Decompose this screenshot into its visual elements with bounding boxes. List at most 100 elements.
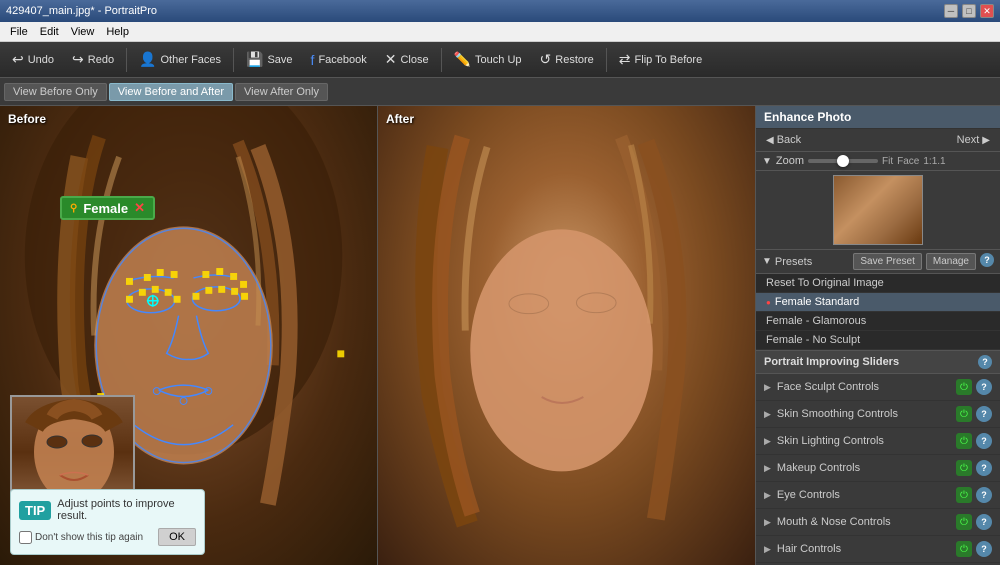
slider-controls: ⏻ ? <box>956 433 992 449</box>
save-preset-button[interactable]: Save Preset <box>853 253 921 270</box>
next-button[interactable]: Next ▶ <box>953 132 994 148</box>
gender-label: ⚲ Female ✕ <box>60 196 155 220</box>
touch-up-button[interactable]: ✏️ Touch Up <box>446 46 530 74</box>
menubar: File Edit View Help <box>0 22 1000 42</box>
slider-power-button[interactable]: ⏻ <box>956 379 972 395</box>
save-icon: 💾 <box>246 51 263 68</box>
slider-row[interactable]: ▶ Mouth & Nose Controls ⏻ ? <box>756 509 1000 536</box>
preset-item-label: Female Standard <box>775 296 859 308</box>
menu-help[interactable]: Help <box>100 22 135 42</box>
slider-help-button[interactable]: ? <box>976 487 992 503</box>
tip-box: TIP Adjust points to improve result. Don… <box>10 489 205 555</box>
back-button[interactable]: ◀ Back <box>762 132 805 148</box>
slider-row[interactable]: ▶ Skin Lighting Controls ⏻ ? <box>756 428 1000 455</box>
slider-name: Makeup Controls <box>777 462 956 474</box>
slider-help-button[interactable]: ? <box>976 379 992 395</box>
preset-item-label: Female - No Sculpt <box>766 334 860 346</box>
presets-collapse-arrow[interactable]: ▼ <box>762 256 772 267</box>
preset-item-label: Female - Glamorous <box>766 315 866 327</box>
toolbar-separator-1 <box>126 48 127 72</box>
preset-item-label: Reset To Original Image <box>766 277 884 289</box>
menu-edit[interactable]: Edit <box>34 22 65 42</box>
right-panel: Enhance Photo ◀ Back Next ▶ ▼ Zoom Fit F… <box>755 106 1000 565</box>
slider-row[interactable]: ▶ Skin Smoothing Controls ⏻ ? <box>756 401 1000 428</box>
slider-help-button[interactable]: ? <box>976 433 992 449</box>
slider-help-button[interactable]: ? <box>976 460 992 476</box>
facebook-button[interactable]: f Facebook <box>303 46 375 74</box>
slider-power-button[interactable]: ⏻ <box>956 541 972 557</box>
preset-item[interactable]: ●Female Standard <box>756 293 1000 312</box>
slider-power-button[interactable]: ⏻ <box>956 406 972 422</box>
view-after-only-button[interactable]: View After Only <box>235 83 328 101</box>
close-icon: ✕ <box>385 51 397 68</box>
slider-expand-arrow: ▶ <box>764 463 771 474</box>
slider-row[interactable]: ▶ Face Sculpt Controls ⏻ ? <box>756 374 1000 401</box>
preview-thumbnail <box>833 175 923 245</box>
zoom-fit-label[interactable]: Fit <box>882 156 893 167</box>
navigation-row: ◀ Back Next ▶ <box>756 129 1000 152</box>
back-label: Back <box>777 134 801 146</box>
redo-button[interactable]: ↪ Redo <box>64 46 122 74</box>
tip-dont-show-label[interactable]: Don't show this tip again <box>19 531 143 544</box>
slider-row[interactable]: ▶ Makeup Controls ⏻ ? <box>756 455 1000 482</box>
window-close-button[interactable]: ✕ <box>980 4 994 18</box>
flip-to-before-button[interactable]: ⇄ Flip To Before <box>611 46 710 74</box>
zoom-collapse-arrow[interactable]: ▼ <box>762 156 772 167</box>
slider-power-button[interactable]: ⏻ <box>956 514 972 530</box>
preset-list: Reset To Original Image●Female StandardF… <box>756 274 1000 351</box>
other-faces-button[interactable]: 👤 Other Faces <box>131 46 229 74</box>
zoom-face-label[interactable]: Face <box>897 156 919 167</box>
titlebar-controls: ─ □ ✕ <box>944 4 994 18</box>
sliders-title: Portrait Improving Sliders <box>764 356 899 368</box>
minimize-button[interactable]: ─ <box>944 4 958 18</box>
tip-ok-button[interactable]: OK <box>158 528 196 546</box>
slider-help-button[interactable]: ? <box>976 541 992 557</box>
enhance-title: Enhance Photo <box>764 110 851 124</box>
slider-power-button[interactable]: ⏻ <box>956 433 972 449</box>
view-before-only-button[interactable]: View Before Only <box>4 83 107 101</box>
menu-view[interactable]: View <box>65 22 101 42</box>
manage-presets-button[interactable]: Manage <box>926 253 976 270</box>
sliders-help-icon[interactable]: ? <box>978 355 992 369</box>
presets-help-icon[interactable]: ? <box>980 253 994 267</box>
slider-controls: ⏻ ? <box>956 460 992 476</box>
toolbar-separator-4 <box>606 48 607 72</box>
slider-expand-arrow: ▶ <box>764 409 771 420</box>
preset-item[interactable]: Female - Glamorous <box>756 312 1000 331</box>
tip-header: TIP Adjust points to improve result. <box>19 498 196 522</box>
slider-help-button[interactable]: ? <box>976 406 992 422</box>
restore-icon: ↺ <box>540 51 552 68</box>
slider-row[interactable]: ▶ Eye Controls ⏻ ? <box>756 482 1000 509</box>
after-face-overlay <box>378 106 755 565</box>
flip-icon: ⇄ <box>619 51 631 68</box>
slider-expand-arrow: ▶ <box>764 544 771 555</box>
toolbar-separator-2 <box>233 48 234 72</box>
zoom-slider[interactable] <box>808 159 878 163</box>
slider-power-button[interactable]: ⏻ <box>956 460 972 476</box>
view-before-after-button[interactable]: View Before and After <box>109 83 233 101</box>
back-arrow-icon: ◀ <box>766 135 774 146</box>
maximize-button[interactable]: □ <box>962 4 976 18</box>
presets-row: ▼ Presets Save Preset Manage ? <box>756 250 1000 274</box>
gender-close-icon[interactable]: ✕ <box>134 200 145 216</box>
next-arrow-icon: ▶ <box>982 135 990 146</box>
view-toggle-bar: View Before Only View Before and After V… <box>0 78 1000 106</box>
preset-item[interactable]: Reset To Original Image <box>756 274 1000 293</box>
before-label: Before <box>8 112 46 126</box>
zoom-row: ▼ Zoom Fit Face 1:1.1 <box>756 152 1000 171</box>
save-button[interactable]: 💾 Save <box>238 46 301 74</box>
toolbar: ↩ Undo ↪ Redo 👤 Other Faces 💾 Save f Fac… <box>0 42 1000 78</box>
slider-controls: ⏻ ? <box>956 487 992 503</box>
zoom-label: Zoom <box>776 155 804 167</box>
slider-power-button[interactable]: ⏻ <box>956 487 972 503</box>
undo-button[interactable]: ↩ Undo <box>4 46 62 74</box>
tip-dont-show-checkbox[interactable] <box>19 531 32 544</box>
slider-row[interactable]: ▶ Hair Controls ⏻ ? <box>756 536 1000 563</box>
preset-item[interactable]: Female - No Sculpt <box>756 331 1000 350</box>
preview-area <box>756 171 1000 250</box>
slider-help-button[interactable]: ? <box>976 514 992 530</box>
restore-button[interactable]: ↺ Restore <box>532 46 602 74</box>
close-button[interactable]: ✕ Close <box>377 46 437 74</box>
sliders-list: ▶ Face Sculpt Controls ⏻ ? ▶ Skin Smooth… <box>756 374 1000 565</box>
menu-file[interactable]: File <box>4 22 34 42</box>
